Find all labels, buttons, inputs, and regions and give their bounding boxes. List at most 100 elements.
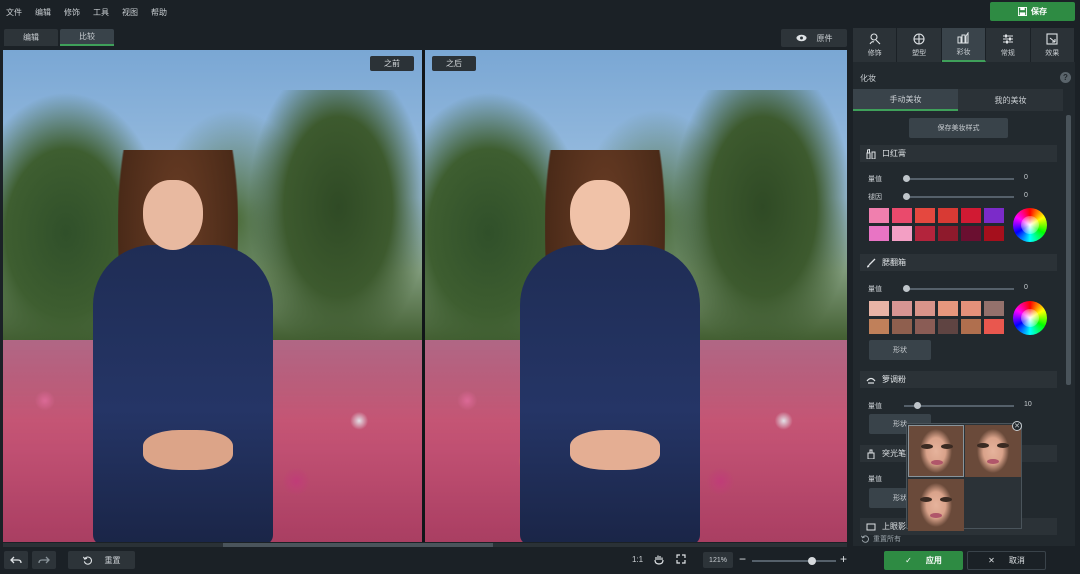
face-eye xyxy=(997,443,1009,448)
fit-screen-icon[interactable] xyxy=(676,554,686,564)
zoom-slider-knob[interactable] xyxy=(808,557,817,565)
lipstick-color-wheel[interactable] xyxy=(1013,208,1047,242)
lipstick-group-header[interactable]: 口红膏 xyxy=(860,145,1057,162)
save-makeup-style-button[interactable]: 保存美妆样式 xyxy=(909,118,1008,138)
undo-button[interactable] xyxy=(4,551,28,569)
save-button[interactable]: 保存 xyxy=(990,2,1075,21)
zoom-in-button[interactable]: + xyxy=(840,552,847,566)
tab-manual-makeup[interactable]: 手动美妆 xyxy=(853,89,958,111)
tab-my-makeup[interactable]: 我的美妆 xyxy=(958,89,1063,111)
reset-all-button[interactable]: 重置所有 xyxy=(861,534,901,544)
slider-value: 0 xyxy=(1024,174,1028,181)
shape-picker-popup: ✕ xyxy=(906,421,1022,531)
tab-retouch[interactable]: 修饰 xyxy=(853,28,898,62)
scrollbar-thumb[interactable] xyxy=(223,543,493,547)
redo-button[interactable] xyxy=(32,551,56,569)
undo-icon xyxy=(10,556,22,564)
cancel-label: 取消 xyxy=(1008,556,1025,565)
menu-tools[interactable]: 工具 xyxy=(93,7,109,18)
blush-color-swatch[interactable] xyxy=(938,319,958,334)
help-icon[interactable]: ? xyxy=(1060,72,1071,83)
menu-view[interactable]: 视图 xyxy=(122,7,138,18)
hand-icon[interactable] xyxy=(654,554,664,565)
lipstick-color-swatch[interactable] xyxy=(915,226,935,241)
tab-label: 塑型 xyxy=(912,49,927,57)
lipstick-color-swatch[interactable] xyxy=(984,226,1004,241)
lipstick-title: 口红膏 xyxy=(882,149,906,158)
close-popup-icon[interactable]: ✕ xyxy=(1012,421,1022,431)
lipstick-color-swatch[interactable] xyxy=(892,226,912,241)
slider-knob[interactable] xyxy=(903,175,910,182)
photo-canvas[interactable]: 之前 之后 xyxy=(3,50,847,542)
menu-help[interactable]: 帮助 xyxy=(151,7,167,18)
view-tabs: 编辑 比较 xyxy=(4,29,116,46)
slider-knob[interactable] xyxy=(903,285,910,292)
redo-icon xyxy=(38,556,50,564)
lipstick-saturation-slider[interactable]: 褪因 0 xyxy=(868,192,1038,202)
blush-group-header[interactable]: 腮翻箱 xyxy=(860,254,1057,271)
photo-face xyxy=(143,180,203,250)
upper-eyeshadow-title: 上眼影 xyxy=(882,522,906,531)
lipstick-color-swatch[interactable] xyxy=(961,226,981,241)
blush-amount-slider[interactable]: 量值 0 xyxy=(868,284,1038,294)
slider-track[interactable] xyxy=(904,402,1014,409)
face-eye xyxy=(921,444,933,449)
menu-retouch[interactable]: 修饰 xyxy=(64,7,80,18)
slider-knob[interactable] xyxy=(903,193,910,200)
lipstick-color-swatch[interactable] xyxy=(961,208,981,223)
eyeshadow-group-header[interactable]: 箩调粉 xyxy=(860,371,1057,388)
blush-color-swatch[interactable] xyxy=(961,319,981,334)
blush-color-swatch[interactable] xyxy=(892,319,912,334)
slider-track[interactable] xyxy=(903,175,1014,182)
blush-shape-button[interactable]: 形状 xyxy=(869,340,931,360)
menu-edit[interactable]: 编辑 xyxy=(35,7,51,18)
lipstick-color-swatch[interactable] xyxy=(915,208,935,223)
blush-color-swatch[interactable] xyxy=(869,301,889,316)
panel-scrollbar[interactable] xyxy=(1066,115,1071,385)
horizontal-scrollbar[interactable] xyxy=(3,543,847,547)
lipstick-color-swatch[interactable] xyxy=(938,208,958,223)
zoom-percent[interactable]: 121% xyxy=(703,552,733,568)
original-button[interactable]: 原件 xyxy=(781,29,847,47)
tab-reshape[interactable]: 塑型 xyxy=(897,28,942,62)
slider-label: 褪因 xyxy=(868,194,882,201)
check-icon: ✓ xyxy=(905,556,912,565)
lipstick-color-swatch[interactable] xyxy=(892,208,912,223)
blush-color-swatch[interactable] xyxy=(984,301,1004,316)
blush-color-swatch[interactable] xyxy=(869,319,889,334)
tab-general[interactable]: 常规 xyxy=(986,28,1031,62)
reset-button[interactable]: 重置 xyxy=(68,551,135,569)
blush-color-swatch[interactable] xyxy=(892,301,912,316)
tab-compare[interactable]: 比较 xyxy=(60,29,114,46)
eyeshadow-amount-slider[interactable]: 量值 10 xyxy=(868,401,1038,411)
lipstick-color-swatch[interactable] xyxy=(938,226,958,241)
menu-file[interactable]: 文件 xyxy=(6,7,22,18)
blush-color-swatch[interactable] xyxy=(915,319,935,334)
tab-makeup[interactable]: 彩妆 xyxy=(941,28,987,62)
face-shape-option-2[interactable] xyxy=(965,425,1021,477)
lipstick-color-swatch[interactable] xyxy=(984,208,1004,223)
lipstick-amount-slider[interactable]: 量值 0 xyxy=(868,174,1038,184)
blush-color-swatch[interactable] xyxy=(915,301,935,316)
lipstick-color-swatch[interactable] xyxy=(869,226,889,241)
apply-button[interactable]: ✓ 应用 xyxy=(884,551,963,570)
face-shape-option-1[interactable] xyxy=(908,425,964,477)
tab-effects[interactable]: 效果 xyxy=(1030,28,1075,62)
blush-color-wheel[interactable] xyxy=(1013,301,1047,335)
slider-knob[interactable] xyxy=(914,402,921,409)
tab-edit[interactable]: 编辑 xyxy=(4,29,58,46)
blush-color-swatch[interactable] xyxy=(961,301,981,316)
zoom-actual-size[interactable]: 1:1 xyxy=(632,555,643,564)
zoom-slider[interactable] xyxy=(752,557,836,565)
photo-outfit xyxy=(93,245,273,542)
tab-label: 常规 xyxy=(1000,49,1015,57)
face-shape-option-3[interactable] xyxy=(908,479,964,531)
slider-track[interactable] xyxy=(903,193,1014,200)
cancel-button[interactable]: ✕ 取消 xyxy=(967,551,1046,570)
blush-color-swatch[interactable] xyxy=(938,301,958,316)
slider-track[interactable] xyxy=(903,285,1014,292)
lipstick-color-swatch[interactable] xyxy=(869,208,889,223)
blush-color-swatch[interactable] xyxy=(984,319,1004,334)
zoom-out-button[interactable]: − xyxy=(739,552,746,566)
face-eye xyxy=(941,444,953,449)
